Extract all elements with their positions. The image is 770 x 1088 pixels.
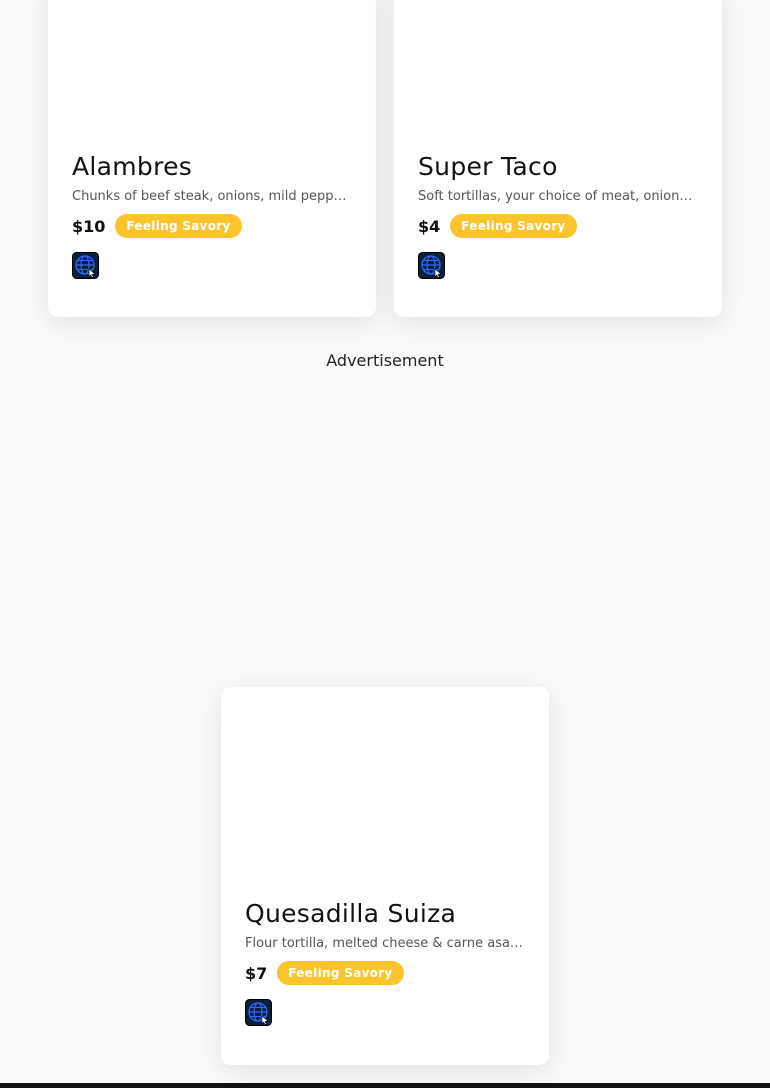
card-title[interactable]: Super Taco bbox=[418, 150, 698, 184]
bottom-bar bbox=[0, 1083, 770, 1088]
card-image[interactable] bbox=[221, 687, 549, 892]
card-description: Chunks of beef steak, onions, mild peppe… bbox=[72, 189, 352, 204]
card-image[interactable] bbox=[394, 0, 722, 145]
card-price: $10 bbox=[72, 216, 106, 236]
card-description: Soft tortillas, your choice of meat, oni… bbox=[418, 189, 698, 204]
globe-icon[interactable] bbox=[245, 999, 272, 1026]
category-badge: Feeling Savory bbox=[115, 214, 242, 238]
globe-icon[interactable] bbox=[418, 252, 445, 279]
card-description: Flour tortilla, melted cheese & carne as… bbox=[245, 936, 523, 951]
category-badge: Feeling Savory bbox=[450, 214, 577, 238]
menu-card-super-taco[interactable]: Super Taco Soft tortillas, your choice o… bbox=[394, 0, 722, 317]
menu-card-alambres[interactable]: Alambres Chunks of beef steak, onions, m… bbox=[48, 0, 376, 317]
advertisement-label: Advertisement bbox=[326, 351, 444, 370]
menu-card-quesadilla-suiza[interactable]: Quesadilla Suiza Flour tortilla, melted … bbox=[221, 687, 549, 1065]
category-badge: Feeling Savory bbox=[277, 961, 404, 985]
card-title[interactable]: Alambres bbox=[72, 150, 352, 184]
card-image[interactable] bbox=[48, 0, 376, 145]
globe-icon[interactable] bbox=[72, 252, 99, 279]
card-price: $4 bbox=[418, 216, 441, 236]
card-title[interactable]: Quesadilla Suiza bbox=[245, 897, 525, 931]
card-price: $7 bbox=[245, 963, 268, 983]
